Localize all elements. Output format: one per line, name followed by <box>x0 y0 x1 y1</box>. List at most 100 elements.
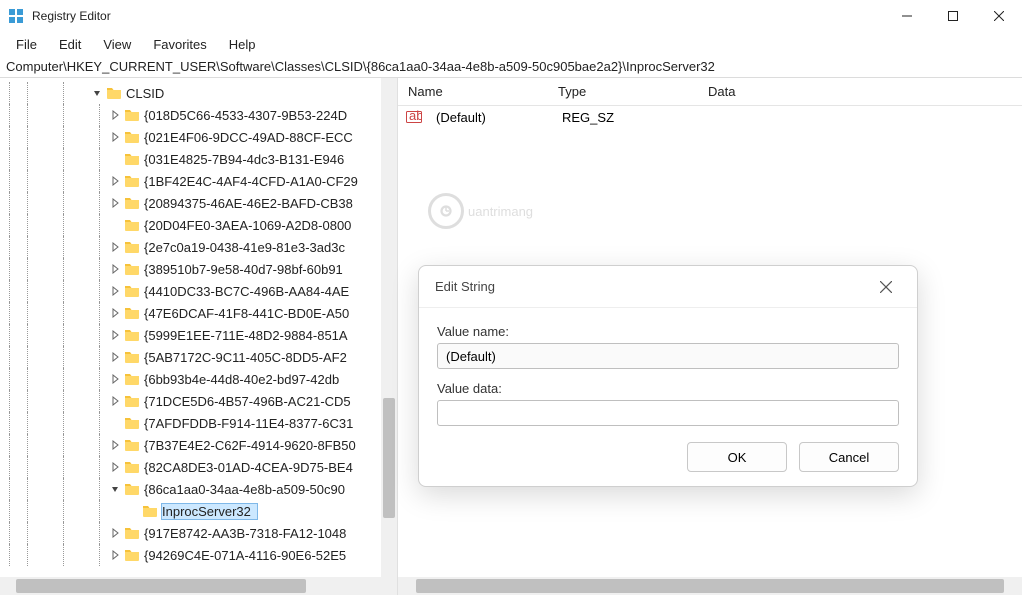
expander-open-icon[interactable] <box>108 482 122 496</box>
tree-item[interactable]: {94269C4E-071A-4116-90E6-52E5 <box>0 544 397 566</box>
expander-closed-icon[interactable] <box>108 460 122 474</box>
tree-item[interactable]: {6bb93b4e-44d8-40e2-bd97-42db <box>0 368 397 390</box>
menubar: File Edit View Favorites Help <box>0 32 1022 56</box>
tree-horizontal-scrollbar[interactable] <box>0 577 398 595</box>
tree-item[interactable]: {86ca1aa0-34aa-4e8b-a509-50c90 <box>0 478 397 500</box>
tree-scrollbar-thumb[interactable] <box>383 398 395 518</box>
watermark-icon <box>428 193 464 229</box>
tree-label: {71DCE5D6-4B57-496B-AC21-CD5 <box>144 394 357 409</box>
regedit-icon <box>8 8 24 24</box>
value-data-label: Value data: <box>437 381 899 396</box>
address-bar[interactable]: Computer\HKEY_CURRENT_USER\Software\Clas… <box>0 56 1022 78</box>
tree-item[interactable]: {1BF42E4C-4AF4-4CFD-A1A0-CF29 <box>0 170 397 192</box>
tree-item[interactable]: {47E6DCAF-41F8-441C-BD0E-A50 <box>0 302 397 324</box>
values-horizontal-scrollbar[interactable] <box>398 577 1022 595</box>
expander-closed-icon[interactable] <box>108 350 122 364</box>
expander-closed-icon[interactable] <box>108 196 122 210</box>
dialog-body: Value name: Value data: OK Cancel <box>419 308 917 486</box>
expander-closed-icon[interactable] <box>108 130 122 144</box>
folder-icon <box>124 349 140 365</box>
tree-item-inprocserver32[interactable]: InprocServer32 <box>0 500 397 522</box>
value-data-input[interactable] <box>437 400 899 426</box>
expander-closed-icon[interactable] <box>108 240 122 254</box>
cancel-button[interactable]: Cancel <box>799 442 899 472</box>
tree-label: {018D5C66-4533-4307-9B53-224D <box>144 108 353 123</box>
tree-item[interactable]: {018D5C66-4533-4307-9B53-224D <box>0 104 397 126</box>
minimize-button[interactable] <box>884 0 930 32</box>
menu-file[interactable]: File <box>6 35 47 54</box>
tree-item[interactable]: {5999E1EE-711E-48D2-9884-851A <box>0 324 397 346</box>
maximize-button[interactable] <box>930 0 976 32</box>
tree-item[interactable]: {031E4825-7B94-4dc3-B131-E946 <box>0 148 397 170</box>
value-row[interactable]: ab (Default) REG_SZ <box>398 106 1022 128</box>
tree-label: {47E6DCAF-41F8-441C-BD0E-A50 <box>144 306 355 321</box>
expander-closed-icon[interactable] <box>108 174 122 188</box>
values-h-thumb[interactable] <box>416 579 1004 593</box>
tree-pane: CLSID {018D5C66-4533-4307-9B53-224D {021E4… <box>0 78 398 577</box>
tree-h-thumb[interactable] <box>16 579 306 593</box>
menu-edit[interactable]: Edit <box>49 35 91 54</box>
tree-label: {4410DC33-BC7C-496B-AA84-4AE <box>144 284 355 299</box>
ok-button[interactable]: OK <box>687 442 787 472</box>
expander-closed-icon[interactable] <box>108 108 122 122</box>
tree-item[interactable]: {5AB7172C-9C11-405C-8DD5-AF2 <box>0 346 397 368</box>
tree-item[interactable]: {20894375-46AE-46E2-BAFD-CB38 <box>0 192 397 214</box>
folder-icon <box>124 173 140 189</box>
tree-item[interactable]: {7AFDFDDB-F914-11E4-8377-6C31 <box>0 412 397 434</box>
window-controls <box>884 0 1022 32</box>
watermark-text: uantrimang <box>468 204 533 219</box>
tree-label: {2e7c0a19-0438-41e9-81e3-3ad3c <box>144 240 351 255</box>
tree-label: CLSID <box>126 86 170 101</box>
value-name-input[interactable] <box>437 343 899 369</box>
tree-label: {021E4F06-9DCC-49AD-88CF-ECC <box>144 130 359 145</box>
expander-closed-icon[interactable] <box>108 306 122 320</box>
edit-string-dialog: Edit String Value name: Value data: OK C… <box>418 265 918 487</box>
column-name[interactable]: Name <box>398 84 548 99</box>
tree-label: {20D04FE0-3AEA-1069-A2D8-0800 <box>144 218 357 233</box>
expander-closed-icon[interactable] <box>108 328 122 342</box>
dialog-buttons: OK Cancel <box>437 442 899 472</box>
tree-item-clsid[interactable]: CLSID <box>0 82 397 104</box>
expander-closed-icon[interactable] <box>108 548 122 562</box>
tree-label: {7AFDFDDB-F914-11E4-8377-6C31 <box>144 416 359 431</box>
tree-item[interactable]: {2e7c0a19-0438-41e9-81e3-3ad3c <box>0 236 397 258</box>
folder-icon <box>124 195 140 211</box>
tree-item[interactable]: {4410DC33-BC7C-496B-AA84-4AE <box>0 280 397 302</box>
folder-icon <box>124 107 140 123</box>
folder-icon <box>124 371 140 387</box>
expander-closed-icon[interactable] <box>108 284 122 298</box>
folder-icon <box>124 459 140 475</box>
tree-label: {20894375-46AE-46E2-BAFD-CB38 <box>144 196 359 211</box>
dialog-close-button[interactable] <box>871 272 901 302</box>
expander-closed-icon[interactable] <box>108 438 122 452</box>
folder-icon <box>142 503 158 519</box>
expander-open-icon[interactable] <box>90 86 104 100</box>
tree-item[interactable]: {71DCE5D6-4B57-496B-AC21-CD5 <box>0 390 397 412</box>
tree-label: {917E8742-AA3B-7318-FA12-1048 <box>144 526 352 541</box>
tree-item[interactable]: {20D04FE0-3AEA-1069-A2D8-0800 <box>0 214 397 236</box>
column-type[interactable]: Type <box>548 84 698 99</box>
tree-item[interactable]: {021E4F06-9DCC-49AD-88CF-ECC <box>0 126 397 148</box>
tree-item[interactable]: {917E8742-AA3B-7318-FA12-1048 <box>0 522 397 544</box>
tree-item[interactable]: {82CA8DE3-01AD-4CEA-9D75-BE4 <box>0 456 397 478</box>
menu-help[interactable]: Help <box>219 35 266 54</box>
folder-icon <box>124 393 140 409</box>
tree-vertical-scrollbar[interactable] <box>381 78 397 577</box>
menu-favorites[interactable]: Favorites <box>143 35 216 54</box>
folder-icon <box>124 415 140 431</box>
bottom-scrollbars <box>0 577 1022 595</box>
column-data[interactable]: Data <box>698 84 1022 99</box>
folder-icon <box>124 305 140 321</box>
menu-view[interactable]: View <box>93 35 141 54</box>
close-button[interactable] <box>976 0 1022 32</box>
expander-closed-icon[interactable] <box>108 372 122 386</box>
values-header: Name Type Data <box>398 78 1022 106</box>
folder-icon <box>124 327 140 343</box>
folder-icon <box>106 85 122 101</box>
tree-item[interactable]: {389510b7-9e58-40d7-98bf-60b91 <box>0 258 397 280</box>
expander-closed-icon[interactable] <box>108 526 122 540</box>
folder-icon <box>124 437 140 453</box>
expander-closed-icon[interactable] <box>108 394 122 408</box>
tree-item[interactable]: {7B37E4E2-C62F-4914-9620-8FB50 <box>0 434 397 456</box>
expander-closed-icon[interactable] <box>108 262 122 276</box>
